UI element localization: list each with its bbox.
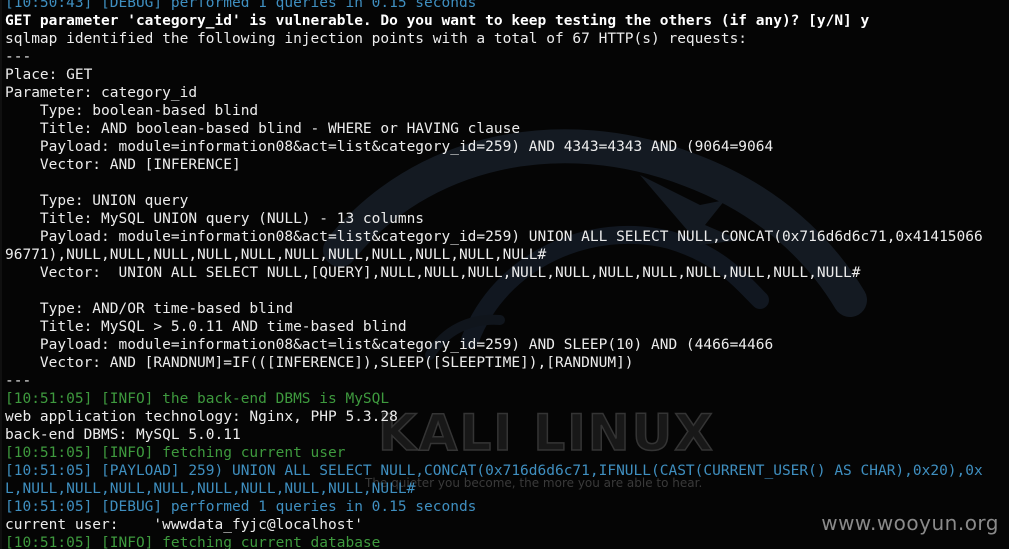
terminal-line: Title: MySQL UNION query (NULL) - 13 col…	[5, 211, 425, 227]
terminal-line: web application technology: Nginx, PHP 5…	[5, 409, 398, 425]
terminal-line: Payload: module=information08&act=list&c…	[5, 139, 774, 155]
terminal-line: Title: AND boolean-based blind - WHERE o…	[5, 121, 521, 137]
terminal-line: [10:51:05] [INFO] fetching current user	[5, 445, 346, 461]
terminal-line: back-end DBMS: MySQL 5.0.11	[5, 427, 241, 443]
terminal-line: Vector: UNION ALL SELECT NULL,[QUERY],NU…	[5, 265, 861, 281]
terminal-line: Payload: module=information08&act=list&c…	[5, 337, 774, 353]
terminal-line: Type: UNION query	[5, 193, 189, 209]
terminal-line: Place: GET	[5, 67, 93, 83]
terminal-line: Vector: AND [INFERENCE]	[5, 157, 241, 173]
terminal-line: Payload: module=information08&act=list&c…	[5, 229, 983, 245]
terminal-line: L,NULL,NULL,NULL,NULL,NULL,NULL,NULL,NUL…	[5, 481, 416, 497]
terminal-line: Parameter: category_id	[5, 85, 198, 101]
terminal-line: [10:51:05] [PAYLOAD] 259) UNION ALL SELE…	[5, 463, 983, 479]
terminal-window[interactable]: KALI LINUX The quieter you become, the m…	[0, 0, 1009, 549]
terminal-line: 96771),NULL,NULL,NULL,NULL,NULL,NULL,NUL…	[5, 247, 547, 263]
terminal-line: [10:51:05] [INFO] the back-end DBMS is M…	[5, 391, 390, 407]
terminal-line: Vector: AND [RANDNUM]=IF(([INFERENCE]),S…	[5, 355, 634, 371]
window-left-edge	[0, 0, 2, 549]
terminal-line: ---	[5, 373, 32, 389]
terminal-output: [10:50:43] [DEBUG] performed 1 queries i…	[5, 0, 1009, 549]
terminal-line: [10:51:05] [INFO] fetching current datab…	[5, 535, 381, 549]
terminal-line: GET parameter 'category_id' is vulnerabl…	[5, 13, 870, 29]
terminal-line: Type: AND/OR time-based blind	[5, 301, 294, 317]
terminal-line: [10:50:43] [DEBUG] performed 1 queries i…	[5, 0, 477, 11]
terminal-line: sqlmap identified the following injectio…	[5, 31, 748, 47]
terminal-line: ---	[5, 49, 32, 65]
wooyun-watermark: www.wooyun.org	[821, 511, 999, 535]
terminal-line: Type: boolean-based blind	[5, 103, 259, 119]
terminal-line: Title: MySQL > 5.0.11 AND time-based bli…	[5, 319, 407, 335]
